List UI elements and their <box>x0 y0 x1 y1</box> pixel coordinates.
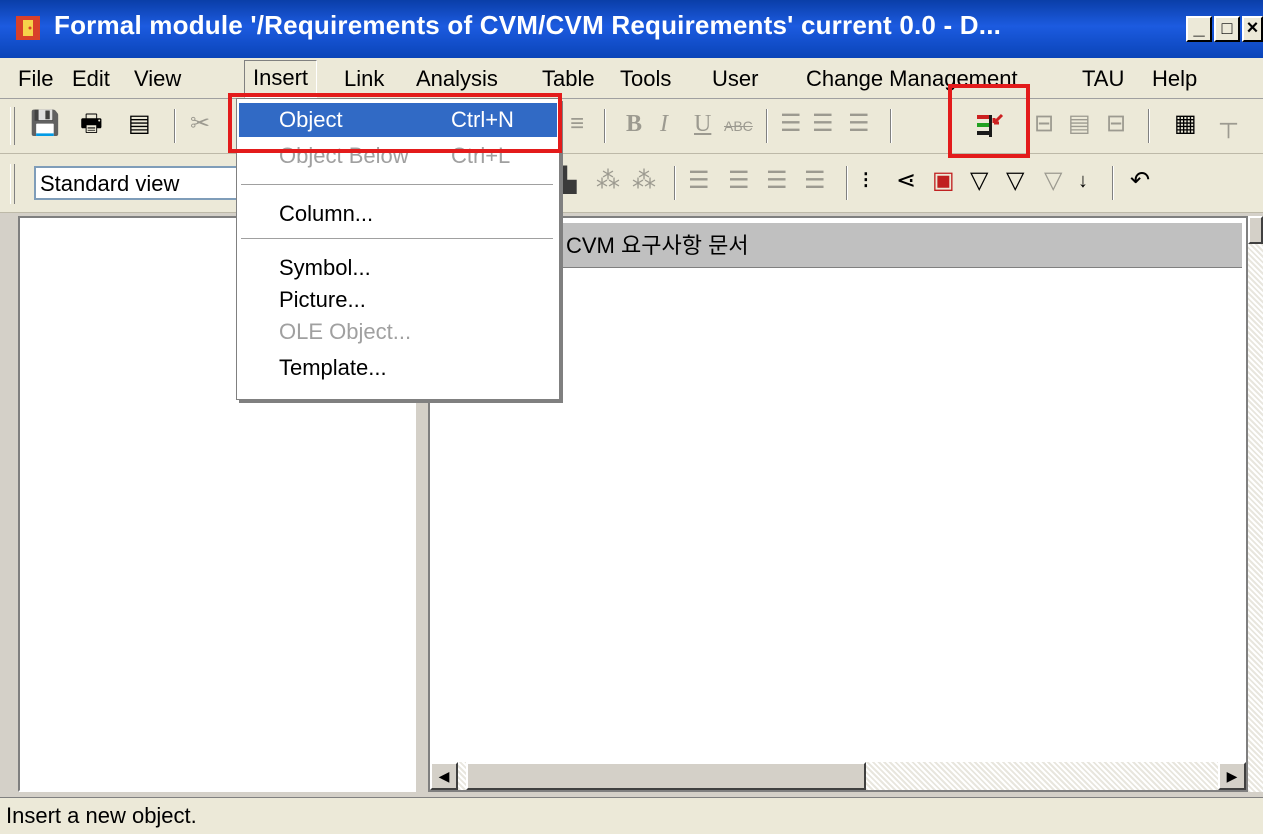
properties-icon[interactable]: ▤ <box>128 109 151 139</box>
toolbar-separator <box>674 166 676 200</box>
scroll-right-button[interactable]: ▶ <box>1218 762 1246 790</box>
toolbar-view: Standard view ▙ ⁂ ⁂ ☰ ☰ ☰ ☰ ⁝ ⋖ ▣ ▽ ▽ ▽ … <box>0 154 1263 213</box>
menu-user[interactable]: User <box>712 66 758 92</box>
sort-icon[interactable]: ↓ <box>1078 166 1088 196</box>
window-title: Formal module '/Requirements of CVM/CVM … <box>54 10 1002 40</box>
undo-icon[interactable]: ↶ <box>1130 166 1150 196</box>
toolbar-separator <box>766 109 768 143</box>
table-icon[interactable]: ▦ <box>1174 109 1197 139</box>
menu-item-label: Template... <box>279 355 387 380</box>
doors-window: Formal module '/Requirements of CVM/CVM … <box>0 0 1263 834</box>
underline-icon[interactable]: U <box>694 109 711 139</box>
toolbar-separator <box>1112 166 1114 200</box>
toolbar-separator <box>604 109 606 143</box>
document-icon[interactable]: ▣ <box>932 166 955 196</box>
toolbar-separator <box>890 109 892 143</box>
menu-analysis[interactable]: Analysis <box>416 66 498 92</box>
highlight-insert-object-button <box>948 84 1030 158</box>
menu-item-picture[interactable]: Picture... <box>239 283 557 317</box>
indent-icon[interactable]: ☰ <box>812 109 834 139</box>
menu-item-label: Picture... <box>279 287 366 312</box>
menu-item-symbol[interactable]: Symbol... <box>239 251 557 285</box>
toolbar-separator <box>174 109 176 143</box>
insert-object-below-icon[interactable]: ⊟ <box>1034 109 1054 139</box>
menu-tau[interactable]: TAU <box>1082 66 1124 92</box>
strikethrough-icon[interactable]: ABC <box>724 111 753 141</box>
toolbar-separator <box>846 166 848 200</box>
menu-table[interactable]: Table <box>542 66 595 92</box>
filter-icon[interactable]: ▽ <box>970 166 988 196</box>
align-center-icon[interactable]: ☰ <box>728 166 750 196</box>
menu-item-ole-object[interactable]: OLE Object... <box>239 315 557 349</box>
traceability-icon[interactable]: ⋖ <box>896 166 916 196</box>
justify-icon[interactable]: ☰ <box>804 166 826 196</box>
doors-app-icon <box>16 16 40 40</box>
menu-separator <box>241 238 553 240</box>
align-left-icon[interactable]: ☰ <box>688 166 710 196</box>
menu-item-template[interactable]: Template... <box>239 351 557 385</box>
clear-filter-icon[interactable]: ▽ <box>1044 166 1062 196</box>
menu-view[interactable]: View <box>134 66 181 92</box>
toolbar-grip[interactable] <box>10 107 15 145</box>
scroll-thumb[interactable] <box>466 762 866 790</box>
toolbar-main: 💾 🖶 ▤ ✂ ≡ B I U ABC ☰ ☰ ☰ ⊟ ▤ ⊟ ▦ ┬ <box>0 99 1263 154</box>
outdent-icon[interactable]: ☰ <box>848 109 870 139</box>
menu-file[interactable]: File <box>18 66 53 92</box>
advanced-filter-icon[interactable]: ▽ <box>1006 166 1024 196</box>
menu-item-column[interactable]: Column... <box>239 197 557 231</box>
menu-help[interactable]: Help <box>1152 66 1197 92</box>
horizontal-scrollbar[interactable]: ◀ ▶ <box>430 762 1246 790</box>
vertical-scrollbar[interactable] <box>1248 216 1263 792</box>
column-icon[interactable]: ▙ <box>558 166 576 196</box>
column-header-label: CVM 요구사항 문서 <box>566 233 749 258</box>
toolbar-separator <box>1148 109 1150 143</box>
align-right-icon[interactable]: ☰ <box>766 166 788 196</box>
align-icon[interactable]: ≡ <box>570 109 584 139</box>
toolbar-grip[interactable] <box>10 164 15 204</box>
scroll-left-button[interactable]: ◀ <box>430 762 458 790</box>
unlink-icon[interactable]: ⁂ <box>632 166 656 196</box>
cut-icon[interactable]: ✂ <box>190 109 210 139</box>
bullet-list-icon[interactable]: ☰ <box>780 109 802 139</box>
print-icon[interactable]: 🖶 <box>80 109 103 139</box>
link-icon[interactable]: ⁂ <box>596 166 620 196</box>
maximize-button[interactable]: □ <box>1214 16 1240 42</box>
highlight-object-menu-item <box>228 93 562 153</box>
table-insert-icon[interactable]: ┬ <box>1220 109 1237 139</box>
menu-tools[interactable]: Tools <box>620 66 671 92</box>
menu-edit[interactable]: Edit <box>72 66 110 92</box>
minimize-button[interactable]: _ <box>1186 16 1212 42</box>
menu-bar: File Edit View Insert Link Analysis Tabl… <box>0 58 1263 99</box>
status-text: Insert a new object. <box>6 803 197 828</box>
object-properties-icon[interactable]: ▤ <box>1068 109 1091 139</box>
save-icon[interactable]: 💾 <box>30 109 60 139</box>
status-bar: Insert a new object. <box>0 797 1263 834</box>
menu-item-label: OLE Object... <box>279 319 412 344</box>
italic-icon[interactable]: I <box>660 109 668 139</box>
menu-link[interactable]: Link <box>344 66 384 92</box>
menu-item-label: Symbol... <box>279 255 371 280</box>
bold-icon[interactable]: B <box>626 109 642 139</box>
outline-icon[interactable]: ⁝ <box>862 166 870 196</box>
close-button[interactable]: × <box>1242 16 1263 42</box>
title-bar: Formal module '/Requirements of CVM/CVM … <box>0 0 1263 58</box>
move-object-icon[interactable]: ⊟ <box>1106 109 1126 139</box>
menu-item-label: Column... <box>279 201 374 226</box>
menu-separator <box>241 184 553 186</box>
scroll-up-button[interactable] <box>1248 216 1263 244</box>
view-select[interactable]: Standard view <box>34 166 254 200</box>
